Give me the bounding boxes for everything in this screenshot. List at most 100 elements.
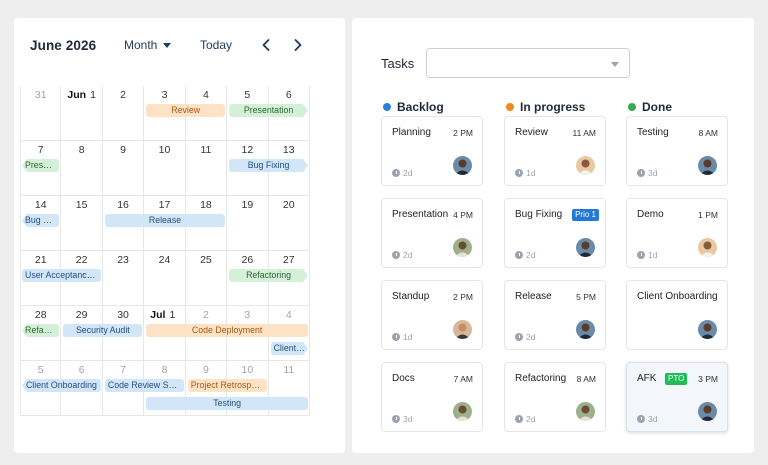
day-number: 27 <box>282 254 295 266</box>
calendar-event[interactable]: Testing <box>146 397 308 410</box>
calendar-day-cell[interactable]: 24 <box>144 251 186 306</box>
task-title: Review <box>515 127 548 138</box>
view-select[interactable]: Month <box>124 38 172 52</box>
task-title: Testing <box>637 127 669 138</box>
calendar-event[interactable]: Security Audit <box>63 324 143 337</box>
task-time: 4 PM <box>453 210 473 220</box>
task-card[interactable]: Release 5 PM 2d <box>504 280 606 350</box>
prev-month-button[interactable] <box>258 36 274 54</box>
day-number: 6 <box>78 364 85 376</box>
calendar-day-cell[interactable]: Jun 1 <box>61 86 103 141</box>
task-card[interactable]: Review 11 AM 1d <box>504 116 606 186</box>
calendar-event[interactable]: Code Review Session <box>104 379 184 392</box>
task-duration-value: 1d <box>403 332 413 342</box>
task-title: Demo <box>637 209 664 220</box>
task-duration-value: 2d <box>403 168 413 178</box>
task-card[interactable]: Presentation 4 PM 2d <box>381 198 483 268</box>
calendar-day-cell[interactable]: 19 <box>227 196 269 251</box>
calendar-event[interactable]: Refactoring <box>229 269 308 282</box>
calendar-event[interactable]: Release <box>104 214 226 227</box>
task-card[interactable]: AFK PTO 3 PM 3d <box>626 362 728 432</box>
assignee-avatar <box>698 402 717 421</box>
assignee-avatar <box>698 238 717 257</box>
task-duration: 3d <box>637 414 657 424</box>
task-title: Standup <box>392 291 430 302</box>
day-number: Jul 1 <box>144 309 184 321</box>
calendar-day-cell[interactable]: 25 <box>185 251 228 306</box>
day-number: 7 <box>37 144 44 156</box>
calendar-event[interactable]: Client Onboarding <box>22 379 101 392</box>
calendar-event[interactable]: Client Onboarding <box>271 342 308 355</box>
day-number: 4 <box>202 89 209 101</box>
task-card[interactable]: Client Onboarding <box>626 280 728 350</box>
day-number: 2 <box>202 309 209 321</box>
task-card[interactable]: Docs 7 AM 3d <box>381 362 483 432</box>
calendar-day-cell[interactable]: 8 <box>61 141 103 196</box>
calendar-day-cell[interactable]: 2 <box>102 86 145 141</box>
task-time: 2 PM <box>453 292 473 302</box>
calendar-title: June 2026 <box>30 38 97 53</box>
calendar-event[interactable]: Code Deployment <box>146 324 308 337</box>
view-select-label: Month <box>124 38 158 52</box>
task-duration-value: 2d <box>526 250 536 260</box>
task-time: 8 AM <box>698 128 718 138</box>
task-title: Docs <box>392 373 415 384</box>
calendar-day-cell[interactable]: 20 <box>268 196 310 251</box>
calendar-event[interactable]: User Acceptance Testing <box>22 269 101 282</box>
day-number: 26 <box>241 254 254 266</box>
calendar-event[interactable]: Project Retrospective <box>187 379 267 392</box>
task-duration-value: 2d <box>403 250 413 260</box>
calendar-grid: 31 Jun 1 2 3 4 5 6 7 8 9 10 11 12 13 14 15 16 17 18 19 20 21 22… <box>20 86 310 416</box>
calendar-day-cell[interactable]: 15 <box>61 196 103 251</box>
day-number: 19 <box>241 199 254 211</box>
calendar-day-cell[interactable]: 9 <box>102 141 145 196</box>
assignee-avatar <box>698 320 717 339</box>
chevron-left-icon <box>262 39 270 51</box>
clock-icon <box>515 251 523 259</box>
calendar-day-cell[interactable]: 10 <box>144 141 186 196</box>
day-number: 3 <box>161 89 168 101</box>
task-card[interactable]: Demo 1 PM 1d <box>626 198 728 268</box>
calendar-day-cell[interactable]: 23 <box>102 251 145 306</box>
task-duration-value: 3d <box>403 414 413 424</box>
status-dot <box>506 103 514 111</box>
calendar-event[interactable]: Bug Fixing <box>22 214 60 227</box>
day-number: 12 <box>241 144 254 156</box>
clock-icon <box>637 251 645 259</box>
calendar-day-cell[interactable]: 31 <box>20 86 62 141</box>
clock-icon <box>637 169 645 177</box>
calendar-event[interactable]: Review <box>146 104 226 117</box>
task-card[interactable]: Testing 8 AM 3d <box>626 116 728 186</box>
today-button[interactable]: Today <box>200 38 232 52</box>
assignee-avatar <box>453 238 472 257</box>
task-card[interactable]: Planning 2 PM 2d <box>381 116 483 186</box>
task-duration: 2d <box>515 414 535 424</box>
tasks-filter-select[interactable] <box>426 48 630 78</box>
clock-icon <box>392 251 400 259</box>
calendar-event[interactable]: Refactoring <box>22 324 60 337</box>
calendar-event[interactable]: Bug Fixing <box>229 159 308 172</box>
task-card[interactable]: Refactoring 8 AM 2d <box>504 362 606 432</box>
task-title: Bug Fixing <box>515 209 563 220</box>
task-title: Planning <box>392 127 431 138</box>
task-time: 7 AM <box>453 374 473 384</box>
task-card[interactable]: Standup 2 PM 1d <box>381 280 483 350</box>
task-time: 2 PM <box>453 128 473 138</box>
day-number: 11 <box>283 364 295 376</box>
day-number: 9 <box>202 364 209 376</box>
calendar-event[interactable]: Presentation <box>22 159 60 172</box>
calendar-day-cell[interactable]: 11 <box>185 141 228 196</box>
next-month-button[interactable] <box>290 36 306 54</box>
day-number: 4 <box>285 309 292 321</box>
task-badge: PTO <box>665 373 688 385</box>
task-duration: 2d <box>392 250 412 260</box>
task-card[interactable]: Bug Fixing Prio 1 2d <box>504 198 606 268</box>
day-number: 14 <box>34 199 47 211</box>
day-number-value: 1 <box>90 89 96 101</box>
day-number: 3 <box>244 309 251 321</box>
column-header-in-progress: In progress <box>506 100 585 114</box>
day-number: 6 <box>285 89 292 101</box>
clock-icon <box>515 415 523 423</box>
calendar-event[interactable]: Presentation <box>229 104 308 117</box>
task-time: 1 PM <box>698 210 718 220</box>
